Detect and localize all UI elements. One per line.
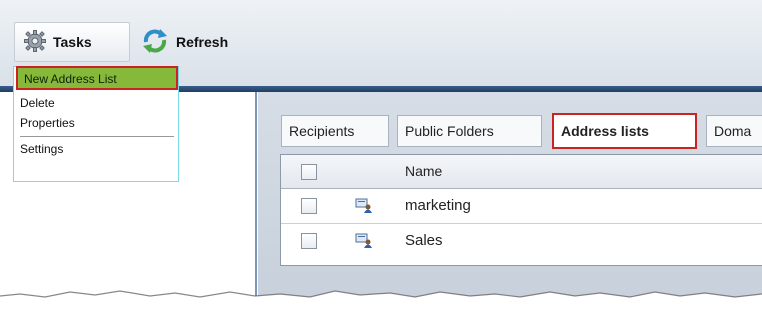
tab-recipients[interactable]: Recipients xyxy=(281,115,389,147)
menu-item-settings[interactable]: Settings xyxy=(14,139,178,159)
refresh-button[interactable]: Refresh xyxy=(140,22,260,62)
tasks-menu: New Address List Delete Properties Setti… xyxy=(13,66,179,182)
row-checkbox[interactable] xyxy=(301,233,317,249)
menu-item-delete[interactable]: Delete xyxy=(14,93,178,113)
menu-item-new-address-list[interactable]: New Address List xyxy=(16,66,178,90)
tab-address-lists[interactable]: Address lists xyxy=(552,113,697,149)
select-all-checkbox[interactable] xyxy=(301,164,317,180)
row-name: marketing xyxy=(405,197,471,214)
address-list-table: Name marketing Sales xyxy=(280,154,762,266)
address-list-icon xyxy=(355,198,373,214)
column-header-name[interactable]: Name xyxy=(405,163,442,179)
tab-domains[interactable]: Doma xyxy=(706,115,762,147)
tasks-button-label: Tasks xyxy=(53,34,92,50)
menu-separator xyxy=(20,136,174,137)
gear-icon xyxy=(23,29,53,56)
table-header: Name xyxy=(281,155,762,189)
tasks-button[interactable]: Tasks xyxy=(14,22,130,62)
table-row[interactable]: marketing xyxy=(281,189,762,224)
menu-item-properties[interactable]: Properties xyxy=(14,113,178,133)
row-name: Sales xyxy=(405,232,443,249)
refresh-icon xyxy=(140,26,176,59)
torn-edge-decoration xyxy=(0,290,762,322)
refresh-button-label: Refresh xyxy=(176,34,229,50)
tab-public-folders[interactable]: Public Folders xyxy=(397,115,542,147)
table-row[interactable]: Sales xyxy=(281,224,762,266)
address-list-icon xyxy=(355,233,373,249)
row-checkbox[interactable] xyxy=(301,198,317,214)
